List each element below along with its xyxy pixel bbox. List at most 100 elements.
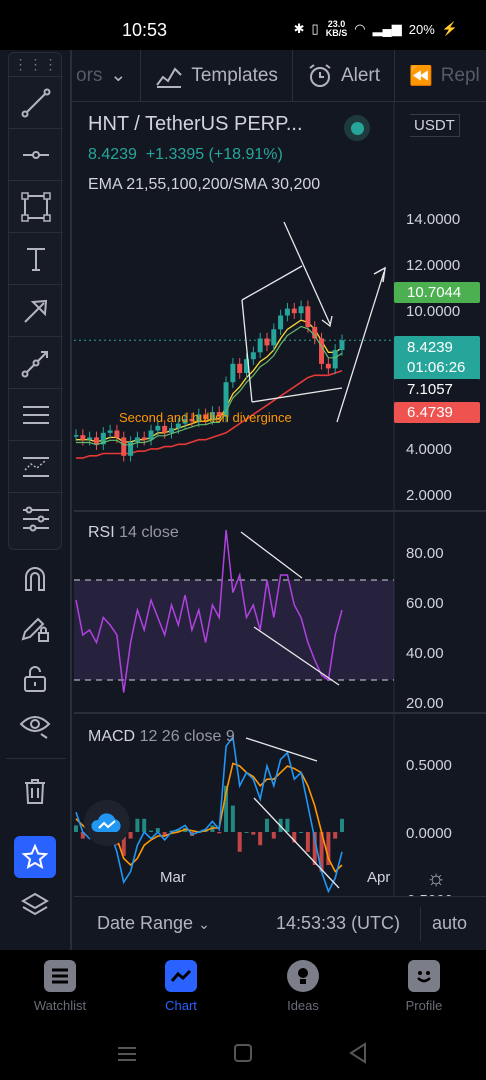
candle (74, 435, 79, 437)
unlock-icon (24, 666, 46, 692)
candle (298, 306, 304, 314)
candle (162, 425, 168, 433)
price-axis-tick: 2.0000 (406, 487, 452, 504)
candle (114, 430, 120, 438)
forecast-tool[interactable] (9, 493, 63, 545)
replay-button[interactable]: ⏪ Repl (395, 50, 486, 101)
macd-histogram-bar (258, 832, 263, 846)
rsi-axis-tick: 40.00 (406, 645, 444, 662)
magnet-tool[interactable] (14, 558, 56, 600)
recent-apps-icon[interactable] (116, 1044, 138, 1064)
vibrate-icon: ▯ (311, 21, 319, 36)
indicator-legend[interactable]: EMA 21,55,100,200/SMA 30,200 (88, 176, 320, 194)
system-nav-bar (0, 1030, 486, 1080)
eye-icon (19, 716, 51, 739)
auto-scale-toggle[interactable]: auto (432, 913, 467, 934)
sidebar-divider (6, 758, 66, 759)
macd-histogram-bar (264, 818, 269, 832)
candle (332, 350, 338, 369)
ray-tool[interactable] (9, 337, 63, 389)
lock-drawing-tool[interactable] (14, 608, 56, 650)
rsi-legend[interactable]: RSI 14 close (88, 524, 179, 542)
candle (284, 308, 290, 316)
market-status-indicator[interactable] (344, 115, 370, 141)
macd-histogram-bar (285, 818, 290, 832)
bottom-bar-divider (420, 907, 421, 941)
date-range-dropdown[interactable]: Date Range ⌄ (97, 913, 210, 934)
hide-drawings-tool[interactable] (14, 704, 56, 746)
macd-histogram-bar (128, 832, 133, 839)
alert-button[interactable]: Alert (293, 50, 396, 101)
favorites-button[interactable] (14, 836, 56, 878)
trend-line-tool[interactable] (9, 77, 63, 129)
macd-histogram-bar (251, 832, 256, 835)
rewind-icon: ⏪ (409, 65, 433, 87)
utc-clock[interactable]: 14:53:33 (UTC) (276, 913, 400, 934)
horizontal-line-tool[interactable] (9, 129, 63, 181)
macd-histogram-bar (333, 832, 338, 839)
tab-profile[interactable]: Profile (374, 958, 474, 1013)
tab-chart[interactable]: Chart (131, 958, 231, 1013)
text-icon (27, 247, 45, 271)
drawing-tools-group: ⋮⋮⋮ (8, 52, 63, 550)
candle (80, 435, 86, 440)
signal-icon: ▂▄▆ (372, 21, 402, 36)
candle (312, 327, 318, 339)
macd-histogram-bar (217, 832, 222, 834)
fibonacci-tool[interactable] (9, 389, 63, 441)
candle (325, 363, 331, 369)
templates-button[interactable]: Templates (141, 50, 293, 101)
trend-line-icon (21, 88, 51, 117)
object-tree-button[interactable] (14, 884, 56, 926)
price-tag-green: 10.7044 (394, 282, 480, 303)
candle (107, 430, 113, 433)
status-time: 10:53 (122, 20, 168, 40)
tradingview-logo-button[interactable] (84, 800, 130, 846)
divergence-annotation[interactable]: Second and bullish divergince (119, 410, 292, 425)
macd-histogram-bar (244, 832, 249, 833)
arrow-tool[interactable] (9, 285, 63, 337)
macd-histogram-bar (305, 832, 310, 852)
tab-ideas[interactable]: Ideas (253, 958, 353, 1013)
rsi-axis-tick: 60.00 (406, 595, 444, 612)
macd-axis-tick: 0.5000 (406, 757, 452, 774)
macd-histogram-bar (237, 832, 242, 852)
price-axis-tick: 4.0000 (406, 441, 452, 458)
candle (93, 437, 99, 445)
macd-histogram-bar (142, 818, 147, 832)
pattern-tool[interactable] (9, 441, 63, 493)
candle (155, 425, 161, 431)
chart-area[interactable]: HNT / TetherUS PERP... 8.4239 +1.3395 (+… (74, 102, 486, 909)
drag-handle[interactable]: ⋮⋮⋮ (9, 53, 63, 77)
candle (291, 308, 297, 314)
chevron-down-icon: ⌄ (198, 916, 210, 932)
layers-icon (21, 892, 49, 916)
indicators-button[interactable]: ors ⌄ (72, 50, 142, 101)
text-tool[interactable] (9, 233, 63, 285)
forecast-icon (23, 506, 49, 532)
lock-all-tool[interactable] (14, 658, 56, 700)
macd-legend[interactable]: MACD 12 26 close 9 (88, 728, 235, 746)
back-icon[interactable] (348, 1042, 368, 1064)
candle (257, 338, 263, 353)
home-icon[interactable] (233, 1043, 253, 1063)
macd-histogram-bar (74, 825, 78, 832)
price-axis-tick: 14.0000 (406, 211, 461, 228)
price-axis-tick: 10.0000 (406, 303, 461, 320)
settings-gear-icon[interactable]: ☼ (426, 865, 446, 891)
rectangle-icon (21, 191, 51, 222)
candle (278, 315, 284, 330)
candle (230, 363, 236, 383)
delete-drawings-tool[interactable] (14, 770, 56, 812)
currency-label[interactable]: USDT (410, 114, 460, 137)
price-axis-tick: 12.0000 (406, 257, 461, 274)
macd-histogram-bar (230, 805, 235, 832)
candle (339, 340, 345, 350)
templates-icon (156, 66, 183, 88)
symbol-title[interactable]: HNT / TetherUS PERP... (88, 113, 328, 136)
tab-watchlist[interactable]: Watchlist (10, 958, 110, 1013)
tradingview-app: ors ⌄ Templates Alert ⏪ Repl ⋮⋮⋮ HNT / T… (0, 50, 486, 950)
horizontal-line-icon (23, 150, 49, 159)
chevron-down-icon: ⌄ (110, 65, 127, 86)
rectangle-tool[interactable] (9, 181, 63, 233)
